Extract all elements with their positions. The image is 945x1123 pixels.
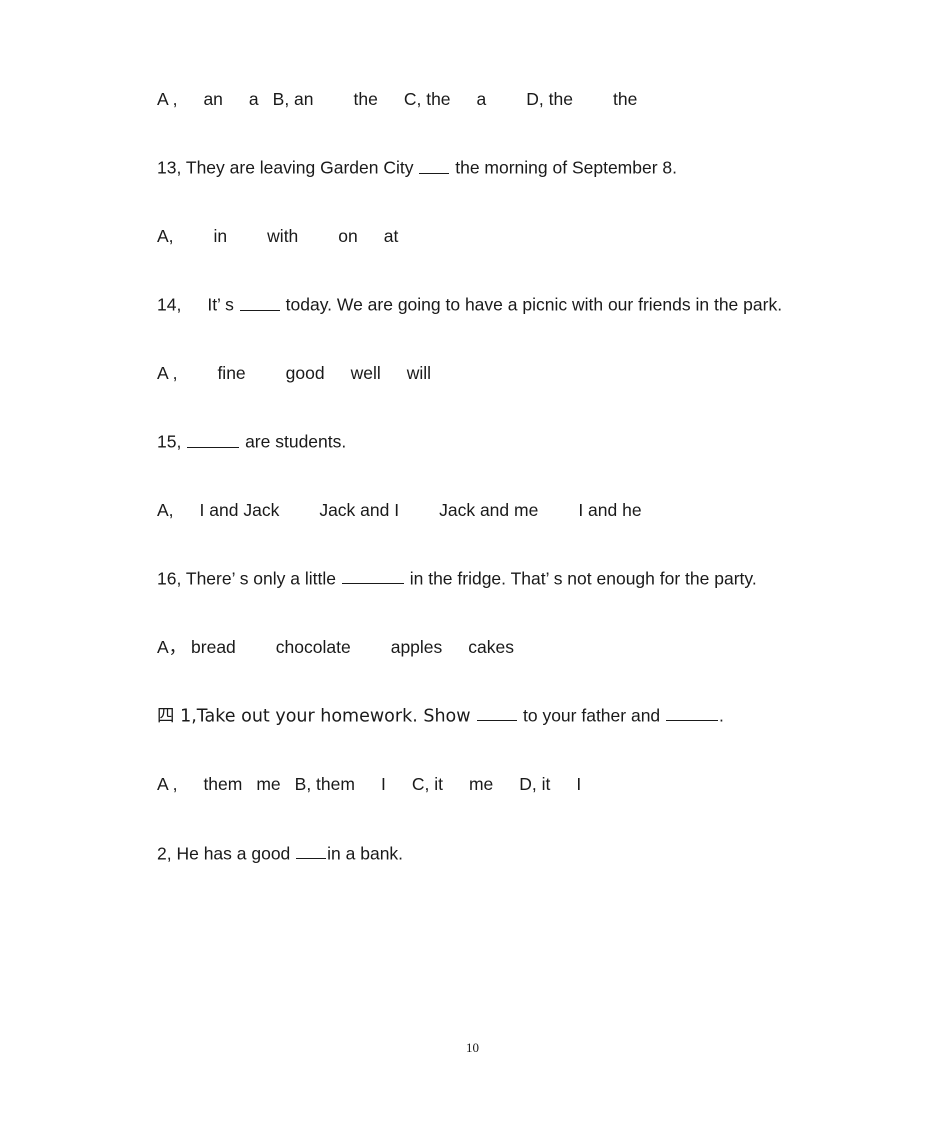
text-run: .: [719, 705, 724, 726]
fill-in-blank[interactable]: [477, 704, 518, 722]
text-run: I: [576, 774, 582, 795]
fill-in-blank[interactable]: [341, 567, 404, 585]
text-run: them: [203, 774, 243, 795]
text-run: the: [353, 89, 378, 109]
text-run: B, an: [272, 89, 314, 109]
text-run: It’ s: [207, 294, 239, 315]
text-run: good: [285, 362, 325, 383]
document-body: A , an a B, an the C, the a D, the the 13, They a…: [121, 88, 824, 910]
text-run: 13, They are leaving Garden City: [157, 157, 419, 178]
options-paragraph: A, in with on at: [121, 225, 824, 249]
text-run: Jack and me: [439, 499, 539, 520]
question-paragraph: 四 1,Take out your homework. Show to your…: [121, 704, 824, 729]
fill-in-blank[interactable]: [239, 293, 280, 311]
options-paragraph: A , an a B, an the C, the a D, the the: [121, 88, 824, 112]
text-run: 16, There’ s only a little: [157, 568, 341, 589]
text-run: in the fridge. That’ s not enough for th…: [404, 568, 757, 589]
fill-in-blank[interactable]: [296, 842, 327, 860]
text-run: at: [383, 225, 399, 246]
text-run: I and he: [578, 499, 642, 520]
text-run: will: [406, 362, 432, 383]
text-run: cakes: [468, 636, 515, 657]
text-run: fine: [217, 362, 246, 383]
text-run: the: [612, 89, 638, 109]
text-run: an: [203, 89, 223, 109]
text-run: I and Jack: [199, 499, 280, 520]
text-run: me: [256, 774, 281, 795]
question-paragraph: 13, They are leaving Garden City the mor…: [121, 156, 824, 180]
text-run: A ,: [157, 774, 178, 795]
options-paragraph: A， bread chocolate apples cakes: [121, 636, 824, 660]
text-run: apples: [390, 636, 443, 657]
text-run: D, the: [526, 89, 573, 109]
text-run: 四 1,Take out your homework. Show: [157, 706, 477, 727]
text-run: C, the: [403, 89, 451, 109]
text-run: A ,: [157, 89, 178, 109]
text-run: 14,: [157, 294, 182, 315]
text-run: me: [468, 774, 494, 795]
text-run: chocolate: [275, 636, 351, 657]
fill-in-blank[interactable]: [419, 156, 450, 174]
question-paragraph: 16, There’ s only a little in the fridge…: [121, 567, 824, 591]
text-run: A， bread: [157, 636, 236, 657]
text-run: to your father and: [518, 705, 666, 726]
document-page: A , an a B, an the C, the a D, the the 13, They a…: [0, 0, 945, 1123]
text-run: A,: [157, 225, 174, 246]
text-run: well: [350, 362, 381, 383]
text-run: B, them: [294, 774, 355, 795]
text-run: C, it: [411, 774, 443, 795]
text-run: I: [380, 774, 386, 795]
text-run: the morning of September 8.: [450, 157, 678, 178]
text-run: D, it: [519, 774, 551, 795]
options-paragraph: A , them me B, them I C, it me D, it I: [121, 773, 824, 797]
text-run: today. We are going to have a picnic wit…: [280, 294, 783, 315]
options-paragraph: A, I and Jack Jack and I Jack and me I and h…: [121, 499, 824, 523]
text-run: Jack and I: [319, 499, 400, 520]
text-run: are students.: [240, 431, 347, 452]
question-paragraph: 14, It’ s today. We are going to have a p…: [121, 293, 824, 317]
text-run: A ,: [157, 362, 178, 383]
fill-in-blank[interactable]: [666, 704, 719, 722]
text-run: in: [213, 225, 228, 246]
question-paragraph: 2, He has a good in a bank.: [121, 842, 824, 866]
text-run: with: [267, 225, 299, 246]
fill-in-blank[interactable]: [187, 430, 240, 448]
text-run: 2, He has a good: [157, 843, 296, 864]
text-run: a: [476, 89, 487, 109]
text-run: a: [248, 89, 259, 109]
text-run: in a bank.: [327, 843, 404, 864]
text-run: 15,: [157, 431, 187, 452]
text-run: on: [338, 225, 358, 246]
text-run: A,: [157, 499, 174, 520]
options-paragraph: A , fine good well will: [121, 362, 824, 386]
page-number: 10: [466, 1040, 479, 1055]
question-paragraph: 15, are students.: [121, 430, 824, 454]
